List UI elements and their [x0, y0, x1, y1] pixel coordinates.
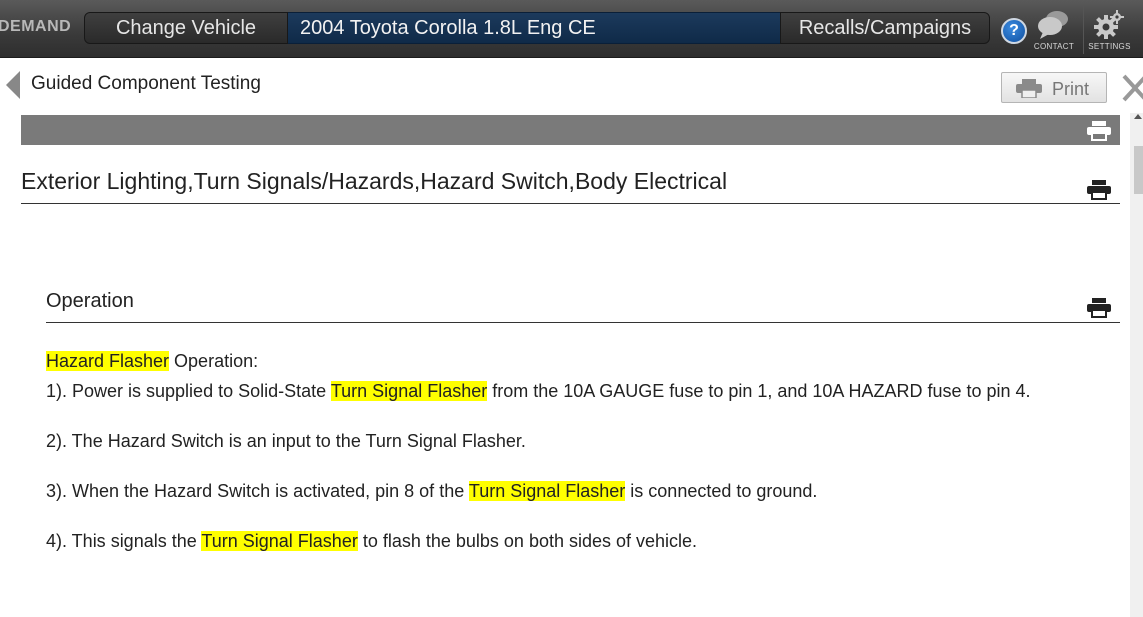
help-icon[interactable]: ? — [1001, 18, 1027, 44]
settings-label: SETTINGS — [1088, 42, 1131, 51]
step-3: 3). When the Hazard Switch is activated,… — [46, 481, 818, 501]
vehicle-field: 2004 Toyota Corolla 1.8L Eng CE — [288, 12, 780, 44]
print-label: Print — [1052, 79, 1090, 99]
scroll-up-arrow-icon[interactable] — [1134, 114, 1142, 119]
top-bar: DEMAND Change Vehicle 2004 Toyota Coroll… — [0, 0, 1143, 58]
contact-button[interactable]: CONTACT — [1031, 6, 1077, 54]
step-2: 2). The Hazard Switch is an input to the… — [46, 431, 526, 451]
highlight-term: Hazard Flasher — [46, 351, 170, 371]
print-button[interactable]: Print — [1001, 72, 1107, 103]
scrollbar-thumb[interactable] — [1134, 146, 1143, 194]
highlight-term: Turn Signal Flasher — [468, 481, 626, 501]
page-title: Guided Component Testing — [31, 73, 261, 94]
subsection-heading: Operation — [46, 290, 134, 312]
section-toolbar — [21, 115, 1120, 145]
recalls-campaigns-button[interactable]: Recalls/Campaigns — [780, 12, 990, 44]
step-4: 4). This signals the Turn Signal Flasher… — [46, 531, 698, 551]
divider — [46, 322, 1120, 323]
settings-button[interactable]: SETTINGS — [1083, 6, 1135, 54]
contact-label: CONTACT — [1033, 42, 1075, 51]
change-vehicle-button[interactable]: Change Vehicle — [84, 12, 288, 44]
divider — [21, 203, 1120, 204]
back-arrow-icon[interactable] — [6, 71, 20, 99]
operation-text: Hazard Flasher Operation: 1). Power is s… — [46, 346, 1126, 556]
brand-logo: DEMAND — [0, 18, 72, 35]
highlight-term: Turn Signal Flasher — [330, 381, 488, 401]
printer-icon[interactable] — [1087, 298, 1111, 318]
close-icon[interactable] — [1120, 70, 1143, 104]
chat-bubbles-icon — [1038, 11, 1068, 39]
printer-icon — [1016, 79, 1042, 98]
intro-line: Hazard Flasher Operation: — [46, 351, 259, 371]
printer-icon[interactable] — [1087, 180, 1111, 200]
step-1: 1). Power is supplied to Solid-State Tur… — [46, 381, 1031, 401]
gears-icon — [1094, 10, 1124, 39]
section-heading: Exterior Lighting,Turn Signals/Hazards,H… — [21, 168, 728, 194]
highlight-term: Turn Signal Flasher — [201, 531, 358, 551]
printer-icon[interactable] — [1087, 121, 1111, 141]
